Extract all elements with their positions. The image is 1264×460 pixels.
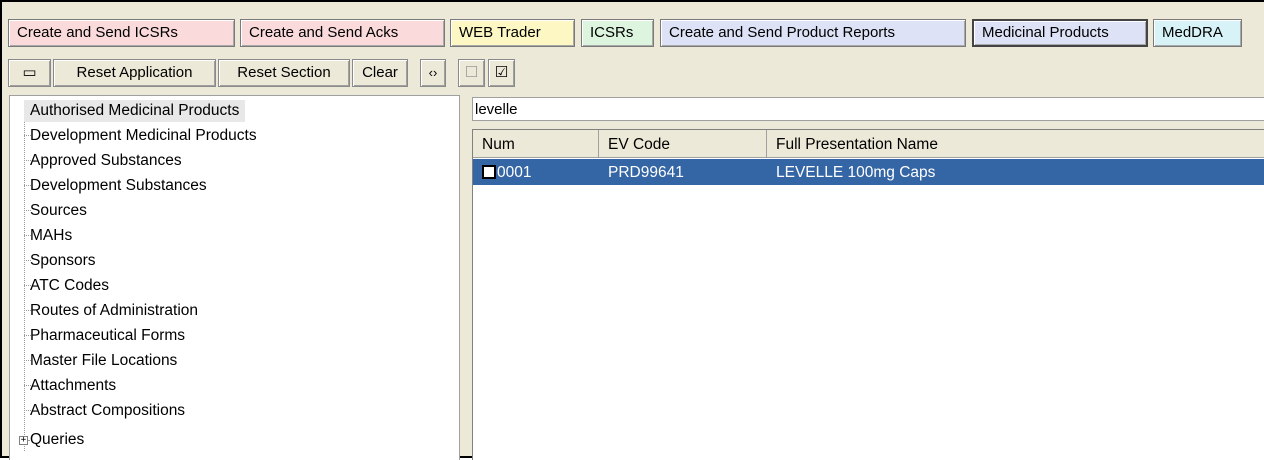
navigation-tree: Authorised Medicinal Products Developmen… bbox=[9, 95, 460, 460]
window-icon-button[interactable]: ▭ bbox=[8, 59, 51, 87]
table-row[interactable]: 0001 PRD99641 LEVELLE 100mg Caps bbox=[473, 159, 1264, 185]
tree-item-queries[interactable]: Queries bbox=[30, 429, 84, 451]
application-window: Create and Send ICSRs Create and Send Ac… bbox=[0, 0, 1264, 460]
tab-meddra[interactable]: MedDRA bbox=[1153, 19, 1242, 47]
tree-item-routes-of-administration[interactable]: Routes of Administration bbox=[30, 300, 198, 322]
clear-button[interactable]: Clear bbox=[352, 59, 408, 87]
column-header-ev-code[interactable]: EV Code bbox=[599, 130, 767, 158]
uncheck-all-icon[interactable]: ☐ bbox=[458, 59, 485, 87]
tab-medicinal-products[interactable]: Medicinal Products bbox=[972, 19, 1148, 47]
tab-create-send-product-reports[interactable]: Create and Send Product Reports bbox=[660, 19, 966, 47]
tab-create-send-icsrs[interactable]: Create and Send ICSRs bbox=[8, 19, 235, 47]
tree-item-attachments[interactable]: Attachments bbox=[30, 375, 116, 397]
tree-item-sources[interactable]: Sources bbox=[30, 200, 87, 222]
column-header-full-presentation-name[interactable]: Full Presentation Name bbox=[767, 130, 1264, 158]
expand-plus-icon[interactable]: + bbox=[19, 436, 28, 445]
tab-web-trader[interactable]: WEB Trader bbox=[450, 19, 575, 47]
tree-item-abstract-compositions[interactable]: Abstract Compositions bbox=[30, 400, 185, 422]
cell-full-presentation-name: LEVELLE 100mg Caps bbox=[776, 164, 936, 181]
tree-item-sponsors[interactable]: Sponsors bbox=[30, 250, 95, 272]
tree-item-approved-substances[interactable]: Approved Substances bbox=[30, 150, 182, 172]
reset-section-button[interactable]: Reset Section bbox=[218, 59, 350, 87]
tree-item-mahs[interactable]: MAHs bbox=[30, 225, 72, 247]
cell-ev-code: PRD99641 bbox=[608, 164, 684, 181]
tree-item-development-medicinal-products[interactable]: Development Medicinal Products bbox=[30, 125, 257, 147]
tab-icsrs[interactable]: ICSRs bbox=[581, 19, 654, 47]
tree-item-master-file-locations[interactable]: Master File Locations bbox=[30, 350, 177, 372]
refresh-icon[interactable]: ‹› bbox=[420, 59, 446, 87]
tab-create-send-acks[interactable]: Create and Send Acks bbox=[240, 19, 445, 47]
table-header: Num EV Code Full Presentation Name bbox=[473, 130, 1264, 158]
tree-item-authorised-medicinal-products[interactable]: Authorised Medicinal Products bbox=[24, 100, 246, 122]
tree-guide-line bbox=[24, 107, 25, 451]
check-all-icon[interactable]: ☑ bbox=[488, 59, 515, 87]
search-input[interactable] bbox=[472, 97, 1264, 121]
row-checkbox[interactable] bbox=[482, 165, 496, 179]
tree-item-pharmaceutical-forms[interactable]: Pharmaceutical Forms bbox=[30, 325, 185, 347]
results-table: Num EV Code Full Presentation Name 0001 … bbox=[472, 129, 1264, 460]
column-header-num[interactable]: Num bbox=[473, 130, 599, 158]
tree-item-atc-codes[interactable]: ATC Codes bbox=[30, 275, 109, 297]
cell-num: 0001 bbox=[497, 164, 532, 181]
reset-application-button[interactable]: Reset Application bbox=[53, 59, 216, 87]
tree-item-development-substances[interactable]: Development Substances bbox=[30, 175, 207, 197]
